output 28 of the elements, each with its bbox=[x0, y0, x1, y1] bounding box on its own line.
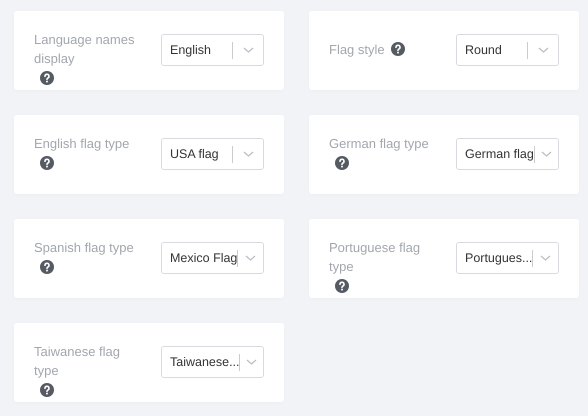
chevron-down-icon bbox=[245, 255, 256, 261]
dropdown[interactable]: USA flag bbox=[161, 138, 264, 170]
chevron-down-icon bbox=[242, 47, 254, 53]
setting-label: English flag type bbox=[34, 135, 130, 153]
chevron-down-icon bbox=[246, 359, 258, 365]
setting-label: Taiwanese flag type bbox=[34, 343, 121, 380]
setting-label: German flag type bbox=[329, 135, 429, 153]
setting-label: Portuguese flag type bbox=[329, 239, 422, 276]
chevron-down-icon bbox=[538, 47, 548, 53]
setting-label: Language names display bbox=[34, 31, 136, 68]
help-icon[interactable] bbox=[40, 156, 54, 170]
setting-label: Flag style bbox=[329, 40, 385, 58]
dropdown[interactable]: English bbox=[161, 34, 264, 66]
help-icon[interactable] bbox=[40, 71, 54, 85]
chevron-down-icon bbox=[540, 255, 552, 261]
chevron-down-icon bbox=[242, 151, 254, 157]
help-icon[interactable] bbox=[335, 279, 349, 293]
help-icon[interactable] bbox=[40, 383, 54, 397]
setting-label: Spanish flag type bbox=[34, 239, 134, 257]
chevron-down-icon bbox=[540, 151, 552, 157]
help-icon[interactable] bbox=[335, 156, 349, 170]
dropdown[interactable]: Round bbox=[456, 34, 559, 66]
dropdown[interactable]: Mexico Flag bbox=[161, 242, 264, 274]
help-icon[interactable] bbox=[40, 260, 54, 274]
dropdown[interactable]: Portugues... bbox=[456, 242, 559, 274]
dropdown[interactable]: Taiwanese... bbox=[161, 346, 264, 378]
dropdown[interactable]: German flag bbox=[456, 138, 559, 170]
help-icon[interactable] bbox=[390, 42, 405, 56]
